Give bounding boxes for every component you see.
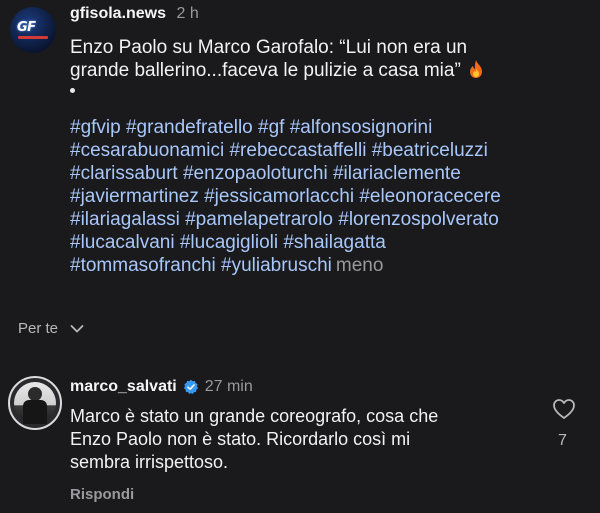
show-less-link[interactable]: meno bbox=[336, 255, 384, 276]
caption-line: Enzo Paolo su Marco Garofalo: “Lui non e… bbox=[70, 37, 468, 58]
hashtag-last-line: #tommasofranchi #yuliabruschi meno bbox=[70, 254, 590, 277]
hashtag-line[interactable]: #clarissaburt #enzopaoloturchi #ilariacl… bbox=[70, 162, 590, 185]
hashtag-line[interactable]: #lucacalvani #lucagiglioli #shailagatta bbox=[70, 231, 590, 254]
avatar-photo-head bbox=[28, 387, 42, 401]
section-label: Per te bbox=[18, 320, 59, 337]
comment-username[interactable]: marco_salvati bbox=[70, 378, 177, 396]
chevron-down-icon bbox=[70, 324, 84, 332]
avatar-logo-gf: GF bbox=[17, 20, 36, 35]
hashtag-line[interactable]: #ilariagalassi #pamelapetrarolo #lorenzo… bbox=[70, 208, 590, 231]
heart-outline-icon[interactable] bbox=[552, 398, 576, 420]
caption-separator-dot bbox=[70, 88, 75, 93]
like-count: 7 bbox=[558, 432, 567, 449]
hashtag-line[interactable]: #tommasofranchi #yuliabruschi bbox=[70, 255, 332, 276]
hashtag-line[interactable]: #javiermartinez #jessicamorlacchi #eleon… bbox=[70, 185, 590, 208]
commenter-avatar[interactable] bbox=[8, 376, 62, 430]
hashtag-line[interactable]: #cesarabuonamici #rebeccastaffelli #beat… bbox=[70, 139, 590, 162]
reply-button[interactable]: Rispondi bbox=[70, 486, 134, 503]
post-caption: Enzo Paolo su Marco Garofalo: “Lui non e… bbox=[70, 36, 560, 82]
fire-icon bbox=[469, 60, 482, 78]
comment-text-line: Enzo Paolo non è stato. Ricordarlo così … bbox=[70, 429, 411, 449]
avatar-logo-bar bbox=[18, 36, 48, 39]
caption-line-with-icon: grande ballerino...faceva le pulizie a c… bbox=[70, 59, 560, 82]
caption-line: grande ballerino...faceva le pulizie a c… bbox=[70, 60, 461, 81]
comment-body: Marco è stato un grande coreografo, cosa… bbox=[70, 405, 540, 474]
comment-header: marco_salvati 27 min bbox=[70, 378, 253, 396]
post-author-avatar[interactable]: GF bbox=[10, 7, 56, 53]
post-timestamp: 2 h bbox=[176, 5, 199, 22]
comment-text-line: sembra irrispettoso. bbox=[70, 452, 229, 472]
hashtag-list: #gfvip #grandefratello #gf #alfonsosigno… bbox=[70, 116, 590, 277]
post-header: gfisola.news 2 h bbox=[70, 5, 199, 23]
comment-timestamp: 27 min bbox=[204, 378, 253, 395]
comment-text-line: Marco è stato un grande coreografo, cosa… bbox=[70, 406, 439, 426]
for-you-section-toggle[interactable]: Per te bbox=[18, 320, 84, 337]
avatar-photo-body bbox=[23, 400, 47, 424]
post-username[interactable]: gfisola.news bbox=[70, 5, 166, 22]
verified-badge-icon bbox=[183, 379, 198, 394]
hashtag-line[interactable]: #gfvip #grandefratello #gf #alfonsosigno… bbox=[70, 116, 590, 139]
